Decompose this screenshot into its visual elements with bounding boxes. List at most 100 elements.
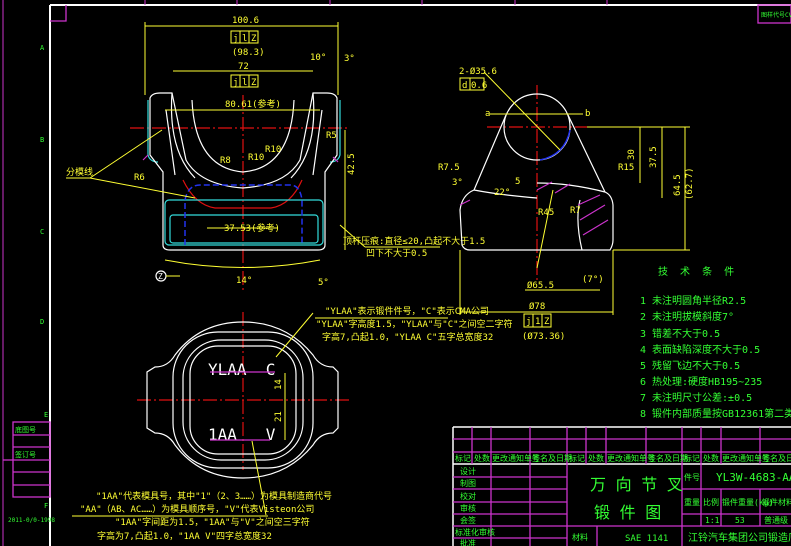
role-label: 标准化审核 xyxy=(455,527,495,537)
dim-label: 37.53(参考) xyxy=(224,222,280,234)
zone-letter: D xyxy=(40,318,44,326)
header-cell: 签名及日期 xyxy=(762,453,791,463)
dim-label: 5° xyxy=(318,278,329,288)
marking-note: "1AA"代表模具号，其中"1"（2、3……）为模具制造商代号 xyxy=(96,490,332,502)
marking-bottom: 1AA V xyxy=(208,425,276,444)
dim-label: 22° xyxy=(494,188,510,198)
material-label: 材料 xyxy=(572,532,588,542)
role-label: 审核 xyxy=(460,503,476,513)
marking-top: YLAA C xyxy=(208,360,275,379)
marking-note: "AA"（AB、AC……）为模具顺序号，"V"代表Visteon公司 xyxy=(80,503,314,515)
datum-frame: j l Z xyxy=(230,30,259,44)
tech-item: 4 表面缺陷深度不大于0.5 xyxy=(640,343,760,356)
role-label: 校对 xyxy=(460,491,476,501)
front-view: 100.6 j l Z (98.3) 72 j l Z 80.61(参考) 37… xyxy=(66,16,485,290)
dim-label: R6 xyxy=(134,173,145,183)
role-label: 批准 xyxy=(460,538,476,546)
dim-label: R10 xyxy=(265,145,281,155)
tech-requirements: 技 术 条 件 1 未注明圆角半径R2.5 2 未注明拔模斜度7° 3 错差不大… xyxy=(640,265,791,420)
datum-letter: Z xyxy=(251,34,257,44)
tech-item: 1 未注明圆角半径R2.5 xyxy=(640,294,746,307)
corner-tag: 图样代号CVCV xyxy=(761,11,791,19)
tolerance-symbol: d xyxy=(462,81,467,91)
dim-label: R15 xyxy=(618,163,634,173)
datum-letter: l xyxy=(242,34,247,44)
top-view: YLAA C 1AA V 14 21 "YLAA"表示锻件件号，"C"表示CMA… xyxy=(72,305,513,542)
drawing-sheet: 图样代号CVCV A B C D E F 底图号 签订号 2011-0/0-19… xyxy=(2,0,791,546)
drawing-title: 万 向 节 叉 xyxy=(590,475,683,494)
header-cell: 处数 xyxy=(588,453,604,463)
part-no: YL3W-4683-AA xyxy=(716,471,791,484)
zone-letter: B xyxy=(40,136,44,144)
datum-frame: j l Z xyxy=(230,74,259,88)
tech-item: 2 未注明拔模斜度7° xyxy=(640,310,734,323)
dim-label: 21 xyxy=(274,411,284,422)
role-label: 设计 xyxy=(460,466,476,476)
dim-label: R8 xyxy=(220,156,231,166)
tech-title: 技 术 条 件 xyxy=(658,265,734,278)
dim-label: 100.6 xyxy=(232,16,259,26)
dim-label: R7.5 xyxy=(438,163,460,173)
dim-label: 72 xyxy=(238,62,249,72)
margin-label: 签订号 xyxy=(15,450,36,459)
dim-label: 30 xyxy=(627,149,637,160)
tolerance-value: 0.6 xyxy=(471,81,487,91)
marking-note: 字高7,凸起1.0，"YLAA C"五字总宽度32 xyxy=(322,331,493,343)
weight-value: 53 xyxy=(735,516,745,525)
tech-item: 7 未注明尺寸公差:±0.5 xyxy=(640,391,752,404)
marking-note: "YLAA"字高度1.5，"YLAA"与"C"之间空二字符 xyxy=(316,318,513,330)
title-block: 标记 处数 更改通知单号 签名及日期 标记 处数 更改通知单号 签名及日期 标记… xyxy=(452,426,791,546)
datum-letter: j xyxy=(526,317,531,327)
dim-label: Ø65.5 xyxy=(527,280,554,291)
header-cell: 签名及日期 xyxy=(648,453,688,463)
dim-label: 37.5 xyxy=(649,146,659,168)
hole-callout: 2-Ø35.6 xyxy=(459,66,497,77)
margin-stamp: 2011-0/0-1998 xyxy=(8,517,55,524)
datum-z: Z xyxy=(158,272,163,281)
dim-label: 10° xyxy=(310,53,326,63)
header-cell: 标记 xyxy=(455,453,471,463)
tech-item: 3 错差不大于0.5 xyxy=(640,327,720,340)
dim-label: 42.5 xyxy=(347,153,357,175)
dim-label: R10 xyxy=(248,153,264,163)
scale-value: 1:1 xyxy=(705,516,720,525)
grade-value: 普通级 xyxy=(764,515,788,525)
dim-label: 3° xyxy=(452,178,463,188)
weight-label: 重量 xyxy=(684,497,700,507)
header-cell: 处数 xyxy=(703,453,719,463)
dim-label: R7 xyxy=(570,206,581,216)
dim-label: (98.3) xyxy=(232,48,265,58)
material-class-label: 锻件材料 xyxy=(762,497,791,507)
marking-note: "YLAA"表示锻件件号，"C"表示CMA公司 xyxy=(325,305,489,317)
dim-label: (7°) xyxy=(582,275,604,285)
datum-letter: l xyxy=(242,78,247,88)
zone-letter: A xyxy=(40,44,45,52)
drawing-subtitle: 锻 件 图 xyxy=(594,503,661,522)
zone-letter: E xyxy=(44,411,48,419)
datum-letter: 1 xyxy=(535,317,540,327)
header-cell: 签名及日期 xyxy=(532,453,572,463)
dim-label: 5 xyxy=(515,177,520,187)
part-no-label: 件号 xyxy=(684,472,700,482)
tech-item: 6 热处理:硬度HB195~235 xyxy=(640,375,762,388)
tech-item: 5 残留飞边不大于0.5 xyxy=(640,359,740,372)
marking-note: 字高为7,凸起1.0，"1AA V"四字总宽度32 xyxy=(97,530,272,542)
dim-label: 14° xyxy=(236,276,252,286)
dim-label: R5 xyxy=(326,131,337,141)
tolerance-frame: d 0.6 xyxy=(459,77,487,91)
material-value: SAE 1141 xyxy=(625,534,668,544)
ejector-note: 凹下不大于0.5 xyxy=(366,247,427,259)
datum-frame: j 1 Z xyxy=(523,313,552,328)
role-label: 会签 xyxy=(460,515,476,525)
revision-header: 标记 处数 更改通知单号 签名及日期 标记 处数 更改通知单号 签名及日期 标记… xyxy=(455,453,791,463)
dim-label: Ø78 xyxy=(529,301,545,312)
zone-letter: C xyxy=(40,228,44,236)
dim-label: (Ø73.36) xyxy=(522,331,565,342)
scale-label: 比例 xyxy=(703,497,719,507)
company-name: 江铃汽车集团公司锻造厂 xyxy=(688,531,791,544)
parting-line-label: 分模线 xyxy=(66,166,93,178)
point-label: a xyxy=(485,109,490,119)
datum-letter: j xyxy=(233,34,238,44)
header-cell: 标记 xyxy=(684,453,700,463)
margin-label: 底图号 xyxy=(15,425,36,434)
